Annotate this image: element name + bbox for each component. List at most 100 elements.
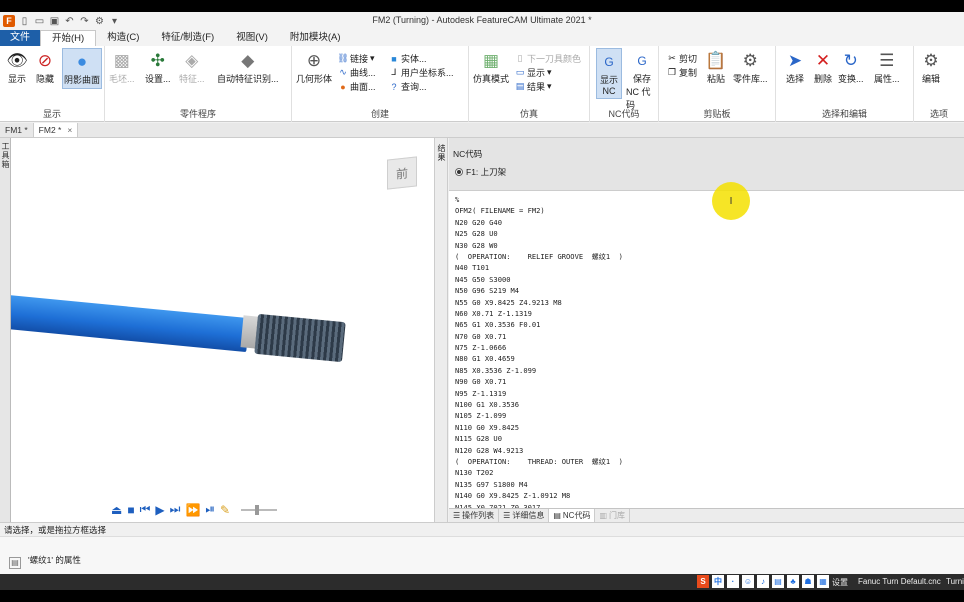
show-sim-icon: ▭ — [515, 67, 525, 77]
edit-options-button[interactable]: ⚙ 编辑 — [920, 50, 942, 85]
nc-code-line: % — [455, 195, 460, 204]
menu-tab-view[interactable]: 视图(V) — [225, 30, 279, 46]
toolbox-strip[interactable]: 工具箱 — [0, 138, 11, 522]
group-label-nc-code: NC代码 — [608, 109, 640, 119]
ribbon: 👁 显示 ⊘ 隐藏 ● 阴影曲面 显示 ▩ 毛坯... ✣ 设置... ◈ 特征… — [0, 46, 964, 122]
hide-button[interactable]: ⊘ 隐藏 — [34, 50, 56, 85]
punctuation-icon[interactable]: · — [727, 575, 739, 588]
play-icon[interactable]: ▶ — [155, 503, 164, 517]
nc-code-line: N65 G1 X0.3536 F0.01 — [455, 320, 541, 330]
delete-button[interactable]: ✕ 删除 — [812, 50, 834, 85]
chevron-down-icon: ▾ — [370, 53, 375, 63]
nc-code-panel: NC代码 F1: 上刀架 % OFM2( FILENAME = FM2) N20 G… — [449, 138, 964, 522]
view-cube[interactable]: 前 — [387, 156, 417, 190]
part-library-button[interactable]: ⚙ 零件库... — [733, 50, 768, 85]
top-letterbox — [0, 0, 964, 12]
tab-tool-library[interactable]: ▥ 门库 — [595, 509, 631, 522]
eye-icon: 👁 — [6, 51, 28, 70]
part-thread-model — [254, 313, 346, 363]
group-options: ⚙ 编辑 选项 — [914, 46, 964, 122]
radio-selected-icon[interactable] — [455, 168, 463, 176]
step-icon[interactable]: ⏯ — [205, 502, 215, 517]
solid-button[interactable]: ■ 实体... — [389, 52, 426, 65]
menu-tab-construct[interactable]: 构造(C) — [96, 30, 150, 46]
select-button[interactable]: ➤ 选择 — [784, 50, 806, 85]
nc-code-listing[interactable]: % OFM2( FILENAME = FM2) N20 G20 G40 N25 G28… — [449, 190, 964, 508]
results-splitter[interactable]: 结果 — [434, 138, 448, 522]
sogou-ime-icon[interactable]: S — [697, 575, 709, 588]
auto-feature-recognition-button[interactable]: ◆ 自动特征识别... — [217, 50, 279, 85]
menu-tab-features[interactable]: 特征/制造(F) — [150, 30, 225, 46]
geometry-button[interactable]: ⊕ 几何形体 — [296, 50, 332, 85]
user-coordinate-system-button[interactable]: ⅃ 用户坐标系... — [389, 66, 453, 79]
paste-button[interactable]: 📋 粘贴 — [705, 50, 727, 85]
keyboard-icon[interactable]: ▤ — [772, 575, 784, 588]
taskbar-settings-label: 设置 — [832, 578, 848, 587]
tab-details[interactable]: ☰ 详细信息 — [499, 509, 550, 522]
window-title: FM2 (Turning) - Autodesk FeatureCAM Ulti… — [372, 15, 592, 25]
speed-slider[interactable] — [241, 504, 278, 515]
simulation-show-button[interactable]: ▭ 显示 ▾ — [515, 66, 552, 79]
nc-panel-title: NC代码 — [453, 149, 483, 159]
microphone-icon[interactable]: ♪ — [757, 575, 769, 588]
group-label-create: 创建 — [370, 109, 389, 119]
nc-code-line: N60 X0.71 Z-1.1319 — [455, 308, 532, 318]
nc-save-button[interactable]: G 保存 NC 代码 — [626, 50, 658, 111]
tab-nc-code[interactable]: ▤ NC代码 — [549, 509, 596, 522]
skip-back-icon[interactable]: ⏮ — [140, 502, 151, 517]
shaded-sphere-icon: ● — [76, 52, 88, 71]
simulation-result-button[interactable]: ▤ 结果 ▾ — [515, 80, 552, 93]
simulation-mode-button[interactable]: ▦ 仿真模式 — [473, 50, 509, 85]
pencil-icon[interactable]: ✎ — [220, 503, 230, 517]
graphics-viewport[interactable]: 前 ⏏ ■ ⏮ ▶ ⏭ ⏩ ⏯ ✎ — [11, 138, 434, 522]
properties-button[interactable]: ☰ 属性... — [874, 50, 900, 85]
cut-button[interactable]: ✂ 剪切 — [667, 52, 697, 65]
stop-icon[interactable]: ■ — [127, 503, 134, 517]
menu-tab-addins[interactable]: 附加模块(A) — [279, 30, 352, 46]
stock-button[interactable]: ▩ 毛坯... — [109, 50, 135, 85]
setup-button[interactable]: ✣ 设置... — [145, 50, 171, 85]
menu-file[interactable]: 文件 — [0, 30, 40, 46]
transform-button[interactable]: ↻ 变换... — [838, 50, 864, 85]
menu-tab-home[interactable]: 开始(H) — [40, 30, 97, 46]
shaded-surface-button[interactable]: ● 阴影曲面 — [62, 48, 103, 89]
nc-code-line: N80 G1 X0.4659 — [455, 354, 515, 364]
chain-button[interactable]: ⛓ 链接 ▾ — [337, 52, 375, 65]
nc-code-line: N140 G0 X9.8425 Z-1.0912 M8 — [455, 491, 571, 501]
toolbox-icon[interactable]: ▦ — [817, 575, 829, 588]
surface-button[interactable]: ● 曲面... — [338, 80, 375, 93]
group-display: 👁 显示 ⊘ 隐藏 ● 阴影曲面 显示 — [0, 46, 105, 122]
doc-tab-fm1[interactable]: FM1 * — [0, 123, 34, 137]
shirt-icon[interactable]: ☗ — [802, 575, 814, 588]
copy-button[interactable]: ❐ 复制 — [667, 66, 697, 79]
scissors-icon: ✂ — [668, 53, 676, 63]
doc-tab-fm2[interactable]: FM2 * × — [33, 123, 79, 137]
eject-icon[interactable]: ⏏ — [111, 503, 122, 517]
display-button[interactable]: 👁 显示 — [6, 50, 28, 85]
feature-button[interactable]: ◈ 特征... — [179, 50, 205, 85]
query-button[interactable]: ? 查询... — [389, 80, 426, 93]
next-tool-color-button[interactable]: ▯ 下一刀具颜色 — [515, 52, 582, 65]
setup-radio[interactable]: F1: 上刀架 — [455, 166, 506, 178]
skip-forward-icon[interactable]: ⏭ — [170, 502, 181, 517]
curve-button[interactable]: ∿ 曲线... — [338, 66, 375, 79]
results-label: 结果 — [437, 144, 446, 162]
skin-icon[interactable]: ♣ — [787, 575, 799, 588]
tab-operation-list[interactable]: ☰ 操作列表 — [449, 509, 500, 522]
curve-icon: ∿ — [339, 67, 347, 77]
chinese-input-icon[interactable]: 中 — [712, 575, 724, 588]
nc-code-line: N45 G50 S3000 — [455, 274, 511, 284]
nc-code-line: N70 G0 X0.71 — [455, 331, 507, 341]
nc-document-icon: G — [604, 55, 614, 69]
tool-icon: ▥ — [599, 511, 608, 520]
nc-show-button[interactable]: G 显示 NC — [596, 48, 622, 99]
bottom-letterbox — [0, 590, 964, 602]
nc-code-line: N20 G20 G40 — [455, 217, 502, 227]
fast-forward-icon[interactable]: ⏩ — [185, 503, 200, 517]
copy-icon: ❐ — [667, 67, 677, 77]
nc-code-line: N110 G0 X9.8425 — [455, 422, 520, 432]
properties-icon[interactable]: ▤ — [9, 557, 21, 569]
close-icon[interactable]: × — [67, 125, 72, 135]
list-icon: ☰ — [453, 511, 461, 520]
emoji-icon[interactable]: ☺ — [742, 575, 754, 588]
